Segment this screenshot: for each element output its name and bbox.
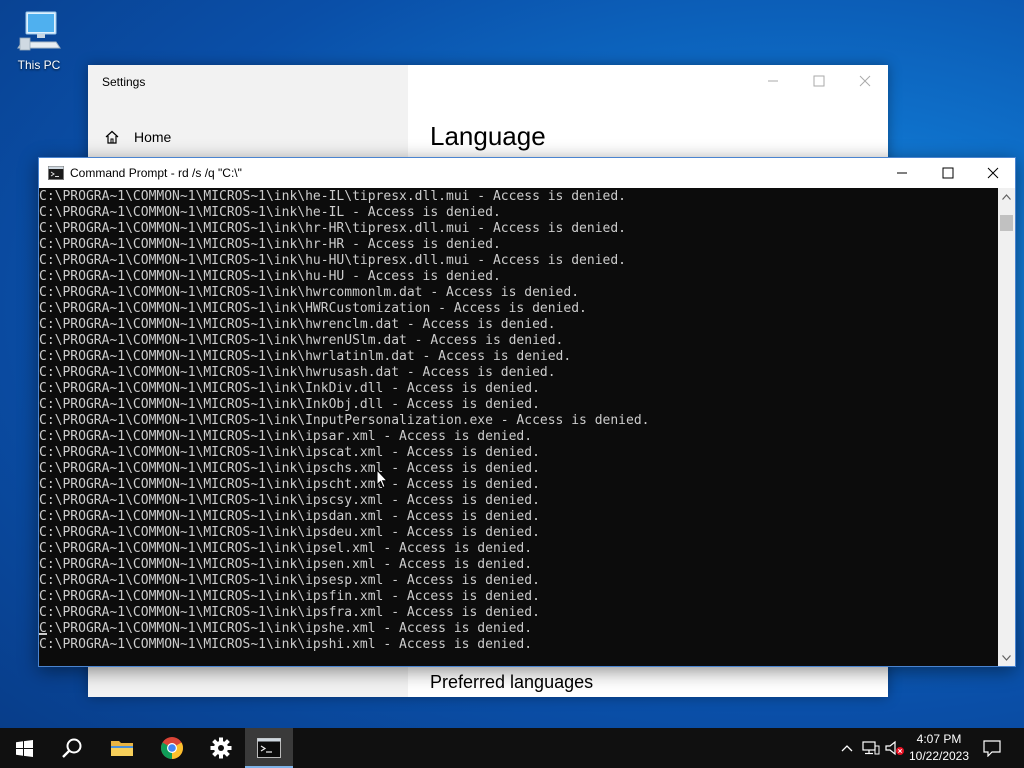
console-line: C:\PROGRA~1\COMMON~1\MICROS~1\ink\ipshe.…	[39, 621, 533, 636]
preferred-languages-heading: Preferred languages	[430, 672, 594, 692]
settings-maximize-button[interactable]	[796, 65, 842, 97]
taskbar-clock[interactable]: 4:07 PM 10/22/2023	[906, 731, 972, 765]
settings-title: Settings	[102, 75, 146, 89]
home-icon	[105, 130, 119, 144]
scroll-thumb[interactable]	[1000, 215, 1013, 231]
cmd-scrollbar[interactable]	[998, 188, 1015, 666]
close-icon	[859, 75, 871, 87]
console-line: C:\PROGRA~1\COMMON~1\MICROS~1\ink\ipsfin…	[39, 589, 540, 604]
file-explorer-button[interactable]	[98, 728, 146, 768]
network-icon	[862, 741, 880, 755]
text-cursor	[39, 633, 47, 635]
desktop-icon-label: This PC	[17, 58, 61, 72]
settings-minimize-button[interactable]	[750, 65, 796, 97]
console-line: C:\PROGRA~1\COMMON~1\MICROS~1\ink\hr-HR …	[39, 237, 501, 252]
console-line: C:\PROGRA~1\COMMON~1\MICROS~1\ink\ipsel.…	[39, 541, 533, 556]
console-line: C:\PROGRA~1\COMMON~1\MICROS~1\ink\hwrenc…	[39, 317, 556, 332]
console-line: C:\PROGRA~1\COMMON~1\MICROS~1\ink\hwrcom…	[39, 285, 580, 300]
console-line: C:\PROGRA~1\COMMON~1\MICROS~1\ink\hwrenU…	[39, 333, 564, 348]
chevron-up-icon	[841, 745, 853, 752]
maximize-icon	[942, 167, 954, 179]
settings-home-item[interactable]: Home	[104, 129, 171, 145]
volume-tray-button[interactable]	[884, 728, 906, 768]
settings-home-label: Home	[134, 129, 172, 145]
scroll-up-button[interactable]	[998, 188, 1015, 205]
clock-date: 10/22/2023	[908, 749, 970, 763]
chevron-down-icon	[1002, 654, 1011, 661]
console-line: C:\PROGRA~1\COMMON~1\MICROS~1\ink\hwrusa…	[39, 365, 556, 380]
minimize-icon	[768, 80, 778, 82]
console-line: C:\PROGRA~1\COMMON~1\MICROS~1\ink\hr-HR\…	[39, 221, 626, 236]
desktop-icon-this-pc[interactable]: This PC	[10, 8, 68, 78]
mouse-pointer-icon	[376, 469, 388, 489]
scroll-down-button[interactable]	[998, 649, 1015, 666]
volume-muted-icon	[885, 740, 904, 756]
clock-time: 4:07 PM	[916, 732, 962, 746]
computer-icon	[17, 11, 61, 51]
settings-page-heading: Language	[430, 121, 546, 151]
gear-icon	[210, 737, 232, 759]
close-icon	[987, 167, 999, 179]
cmd-minimize-button[interactable]	[879, 158, 925, 188]
console-line: C:\PROGRA~1\COMMON~1\MICROS~1\ink\ipsesp…	[39, 573, 540, 588]
windows-logo-icon	[15, 739, 33, 757]
chrome-button[interactable]	[148, 728, 196, 768]
terminal-icon	[48, 166, 64, 180]
console-line: C:\PROGRA~1\COMMON~1\MICROS~1\ink\HWRCus…	[39, 301, 587, 316]
search-button[interactable]	[48, 728, 96, 768]
console-line: C:\PROGRA~1\COMMON~1\MICROS~1\ink\ipschs…	[39, 461, 540, 476]
maximize-icon	[813, 75, 825, 87]
console-line: C:\PROGRA~1\COMMON~1\MICROS~1\ink\ipscht…	[39, 477, 540, 492]
console-line: C:\PROGRA~1\COMMON~1\MICROS~1\ink\ipsar.…	[39, 429, 533, 444]
network-tray-button[interactable]	[860, 728, 882, 768]
show-hidden-icons-button[interactable]	[838, 728, 856, 768]
cmd-title: Command Prompt - rd /s /q "C:\"	[70, 166, 242, 180]
command-prompt-window[interactable]: Command Prompt - rd /s /q "C:\" C:\PROGR…	[38, 157, 1016, 667]
folder-icon	[111, 741, 133, 756]
start-button[interactable]	[0, 728, 48, 768]
console-line: C:\PROGRA~1\COMMON~1\MICROS~1\ink\hu-HU\…	[39, 253, 626, 268]
cmd-titlebar[interactable]: Command Prompt - rd /s /q "C:\"	[39, 158, 1015, 188]
console-line: C:\PROGRA~1\COMMON~1\MICROS~1\ink\ipsdan…	[39, 509, 540, 524]
console-line: C:\PROGRA~1\COMMON~1\MICROS~1\ink\InputP…	[39, 413, 650, 428]
cmd-close-button[interactable]	[970, 158, 1016, 188]
console-line: C:\PROGRA~1\COMMON~1\MICROS~1\ink\InkObj…	[39, 397, 540, 412]
action-center-button[interactable]	[978, 728, 1006, 768]
console-line: C:\PROGRA~1\COMMON~1\MICROS~1\ink\ipshi.…	[39, 637, 533, 652]
command-prompt-button[interactable]	[245, 728, 293, 768]
chevron-up-icon	[1002, 193, 1011, 200]
console-line: C:\PROGRA~1\COMMON~1\MICROS~1\ink\he-IL\…	[39, 189, 626, 204]
console-line: C:\PROGRA~1\COMMON~1\MICROS~1\ink\ipscsy…	[39, 493, 540, 508]
console-line: C:\PROGRA~1\COMMON~1\MICROS~1\ink\ipsfra…	[39, 605, 540, 620]
console-line: C:\PROGRA~1\COMMON~1\MICROS~1\ink\ipsdeu…	[39, 525, 540, 540]
console-line: C:\PROGRA~1\COMMON~1\MICROS~1\ink\he-IL …	[39, 205, 501, 220]
terminal-icon	[257, 738, 281, 758]
settings-close-button[interactable]	[842, 65, 888, 97]
console-line: C:\PROGRA~1\COMMON~1\MICROS~1\ink\hu-HU …	[39, 269, 501, 284]
notification-icon	[983, 739, 1001, 757]
search-icon	[62, 738, 82, 758]
console-output[interactable]: C:\PROGRA~1\COMMON~1\MICROS~1\ink\he-IL\…	[39, 188, 999, 666]
console-line: C:\PROGRA~1\COMMON~1\MICROS~1\ink\InkDiv…	[39, 381, 540, 396]
settings-button[interactable]	[197, 728, 245, 768]
cmd-maximize-button[interactable]	[925, 158, 971, 188]
taskbar: 4:07 PM 10/22/2023	[0, 728, 1024, 768]
chrome-icon	[161, 737, 183, 759]
minimize-icon	[897, 172, 907, 174]
console-line: C:\PROGRA~1\COMMON~1\MICROS~1\ink\ipscat…	[39, 445, 540, 460]
console-line: C:\PROGRA~1\COMMON~1\MICROS~1\ink\ipsen.…	[39, 557, 533, 572]
console-line: C:\PROGRA~1\COMMON~1\MICROS~1\ink\hwrlat…	[39, 349, 572, 364]
